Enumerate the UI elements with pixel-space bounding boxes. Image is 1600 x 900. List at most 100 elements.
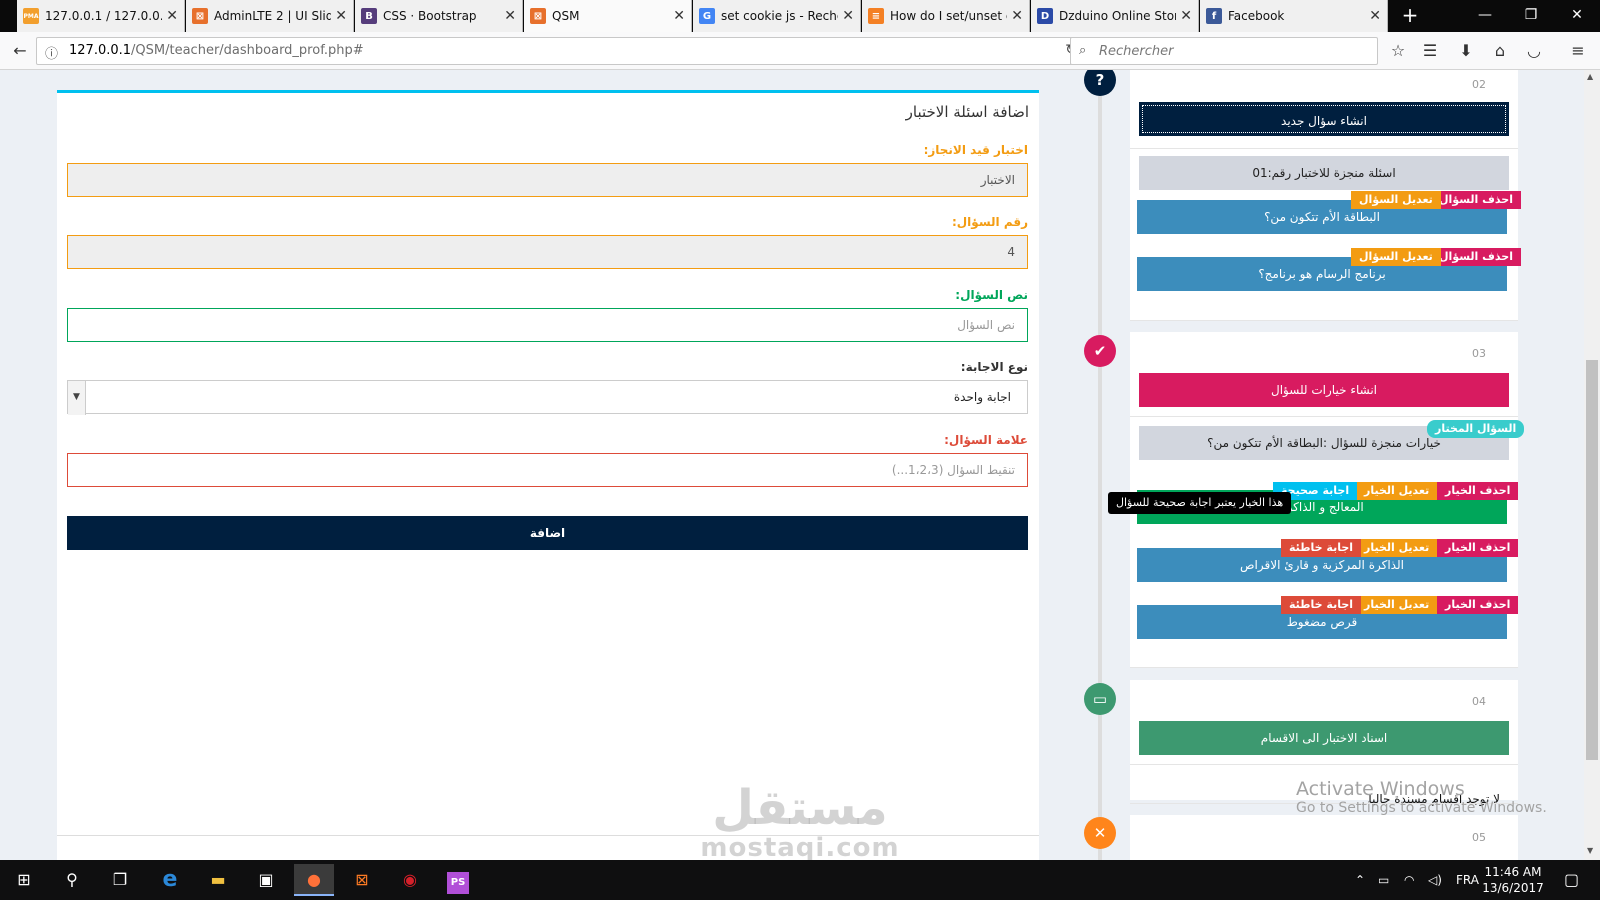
edge-icon[interactable]: e (150, 864, 190, 896)
timeline-line (1098, 70, 1102, 860)
store-icon[interactable]: ▣ (246, 864, 286, 896)
chevron-down-icon[interactable]: ▼ (68, 381, 86, 415)
tab-label: CSS · Bootstrap (383, 9, 477, 23)
dzduino-icon: D (1037, 8, 1053, 24)
scroll-thumb[interactable] (1586, 360, 1598, 760)
question-score-input[interactable]: تنقيط السؤال (1،2،3...) (67, 453, 1028, 487)
tab-label: QSM (552, 9, 580, 23)
tooltip: هذا الخيار يعتبر اجابة صحيحة للسؤال (1108, 492, 1292, 514)
tab-adminlte[interactable]: ⊠ AdminLTE 2 | UI Slide ✕ (186, 0, 354, 32)
step-time: 04 (1472, 695, 1486, 708)
close-icon[interactable]: ✕ (842, 8, 854, 24)
close-icon[interactable]: ✕ (673, 8, 685, 24)
scroll-down-icon[interactable]: ▼ (1587, 846, 1593, 855)
step-time: 03 (1472, 347, 1486, 360)
menu-icon[interactable]: ≡ (1566, 39, 1590, 63)
wrong-answer-badge[interactable]: اجابة خاطئة (1281, 596, 1362, 614)
wifi-icon[interactable]: ◠ (1404, 860, 1414, 900)
question-number-label: رقم السؤال: (951, 215, 1028, 229)
step-time: 05 (1472, 831, 1486, 844)
minimize-button[interactable]: — (1462, 0, 1508, 32)
questions-header: اسئلة منجزة للاختبار رقم:01 (1139, 156, 1509, 190)
address-bar[interactable]: ⓘ 127.0.0.1/QSM/teacher/dashboard_prof.p… (36, 37, 1086, 65)
tab-dzduino[interactable]: D Dzduino Online Store ✕ (1031, 0, 1199, 32)
edit-choice-button[interactable]: تعديل الخيار (1356, 539, 1438, 557)
tab-label: set cookie js - Recher (721, 9, 839, 23)
question-text-input[interactable]: نص السؤال (67, 308, 1028, 342)
scroll-up-icon[interactable]: ▲ (1587, 72, 1593, 81)
question-text-group: نص السؤال: نص السؤال (67, 288, 1028, 342)
language-indicator[interactable]: FRA (1456, 860, 1479, 900)
tab-phpmyadmin[interactable]: PMA 127.0.0.1 / 127.0.0.1 / ✕ (17, 0, 185, 32)
tab-stackoverflow[interactable]: ≡ How do I set/unset c ✕ (862, 0, 1030, 32)
answer-type-group: نوع الاجابة: اجابة واحدة ▼ (67, 360, 1028, 415)
pocket-icon[interactable]: ◡ (1522, 39, 1546, 63)
phpstorm-icon[interactable]: PS (438, 864, 478, 896)
edit-question-button[interactable]: تعديل السؤال (1351, 248, 1441, 266)
tab-facebook[interactable]: f Facebook ✕ (1200, 0, 1388, 32)
battery-icon[interactable]: ▭ (1378, 860, 1389, 900)
home-icon[interactable]: ⌂ (1488, 39, 1512, 63)
search-icon[interactable]: ⚲ (52, 864, 92, 896)
edit-choice-button[interactable]: تعديل الخيار (1356, 596, 1438, 614)
answer-type-value: اجابة واحدة (953, 390, 1011, 404)
create-choices-button[interactable]: انشاء خيارات للسؤال (1139, 373, 1509, 407)
tab-label: Dzduino Online Store (1059, 9, 1177, 23)
start-icon[interactable]: ⊞ (4, 864, 44, 896)
bootstrap-icon: B (361, 8, 377, 24)
wrong-answer-badge[interactable]: اجابة خاطئة (1281, 539, 1362, 557)
windows-taskbar: ⊞ ⚲ ❐ e ▬ ▣ ● ⊠ ◉ PS ⌃ ▭ ◠ ◁) FRA 11:46 … (0, 860, 1600, 900)
search-bar[interactable]: ⌕ Rechercher (1070, 37, 1378, 65)
tab-label: Facebook (1228, 9, 1285, 23)
phpmyadmin-icon: PMA (23, 8, 39, 24)
delete-choice-button[interactable]: احذف الخيار (1437, 482, 1519, 500)
task-view-icon[interactable]: ❐ (100, 864, 140, 896)
question-number-group: رقم السؤال: 4 (67, 215, 1028, 269)
add-button[interactable]: اضافة (67, 516, 1028, 550)
volume-icon[interactable]: ◁) (1428, 860, 1442, 900)
page-title: اضافة اسئلة الاختبار (905, 103, 1029, 121)
back-icon[interactable]: ← (8, 39, 32, 63)
info-icon[interactable]: ⓘ (45, 43, 58, 62)
download-icon[interactable]: ⬇ (1454, 39, 1478, 63)
tab-bootstrap[interactable]: B CSS · Bootstrap ✕ (355, 0, 523, 32)
tab-google-search[interactable]: G set cookie js - Recher ✕ (693, 0, 861, 32)
close-icon[interactable]: ✕ (1011, 8, 1023, 24)
new-tab-button[interactable]: + (1398, 4, 1422, 28)
edit-choice-button[interactable]: تعديل الخيار (1356, 482, 1438, 500)
answer-type-select[interactable]: اجابة واحدة ▼ (67, 380, 1028, 415)
search-icon: ⌕ (1079, 43, 1087, 58)
tab-qsm[interactable]: ⊠ QSM ✕ (524, 0, 692, 32)
xampp-icon[interactable]: ⊠ (342, 864, 382, 896)
firefox-icon[interactable]: ● (294, 864, 334, 896)
file-explorer-icon[interactable]: ▬ (198, 864, 238, 896)
add-questions-box: اضافة اسئلة الاختبار اختبار قيد الانجاز:… (57, 90, 1039, 860)
page-scrollbar[interactable]: ▲ ▼ (1584, 70, 1600, 860)
notifications-icon[interactable]: ▢ (1564, 860, 1579, 900)
system-clock[interactable]: 11:46 AM 13/6/2017 (1478, 864, 1548, 896)
close-icon[interactable]: ✕ (1180, 8, 1192, 24)
delete-choice-button[interactable]: احذف الخيار (1437, 596, 1519, 614)
create-question-button[interactable]: انشاء سؤال جديد (1139, 102, 1509, 136)
facebook-icon: f (1206, 8, 1222, 24)
tray-chevron-icon[interactable]: ⌃ (1355, 860, 1365, 900)
delete-question-button[interactable]: احذف السؤال (1431, 191, 1521, 209)
delete-question-button[interactable]: احذف السؤال (1431, 248, 1521, 266)
close-icon[interactable]: ✕ (504, 8, 516, 24)
bookmark-star-icon[interactable]: ☆ (1386, 39, 1410, 63)
restore-button[interactable]: ❐ (1508, 0, 1554, 32)
filezilla-icon[interactable]: ◉ (390, 864, 430, 896)
monitor-icon: ▭ (1084, 683, 1116, 715)
activate-windows-notice: Activate Windows Go to Settings to activ… (1296, 778, 1547, 816)
close-icon[interactable]: ✕ (335, 8, 347, 24)
delete-choice-button[interactable]: احذف الخيار (1437, 539, 1519, 557)
step-time: 02 (1472, 78, 1486, 91)
close-icon[interactable]: ✕ (166, 8, 178, 24)
close-icon[interactable]: ✕ (1369, 8, 1381, 24)
edit-question-button[interactable]: تعديل السؤال (1351, 191, 1441, 209)
xampp-icon: ⊠ (530, 8, 546, 24)
window-close-button[interactable]: ✕ (1554, 0, 1600, 32)
reading-list-icon[interactable]: ☰ (1418, 39, 1442, 63)
page-content: اضافة اسئلة الاختبار اختبار قيد الانجاز:… (0, 70, 1584, 860)
assign-exam-button[interactable]: اسناد الاختبار الى الاقسام (1139, 721, 1509, 755)
